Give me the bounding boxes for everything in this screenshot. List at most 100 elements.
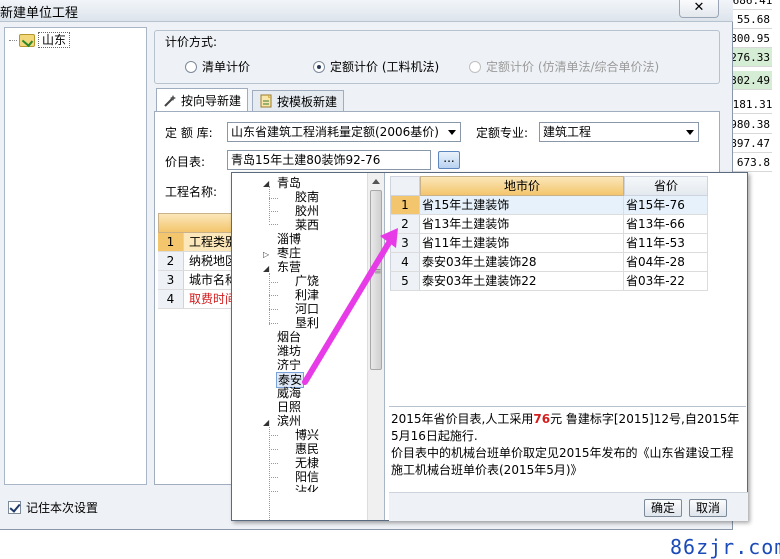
pricing-method-title: 计价方式:: [165, 35, 218, 49]
row-number: 1: [158, 233, 184, 251]
tree-item[interactable]: 潍坊: [277, 344, 301, 358]
close-button[interactable]: ✕: [679, 0, 719, 18]
city-price-cell[interactable]: 泰安03年土建装饰28: [420, 253, 624, 271]
price-table-input[interactable]: 青岛15年土建80装饰92-76: [227, 150, 431, 170]
note-labor-price: 76: [533, 412, 551, 426]
radio-label: 定额计价 (工料机法): [330, 60, 440, 74]
price-table-note: 2015年省价目表,人工采用76元 鲁建标字[2015]12号,自2015年5月…: [389, 406, 746, 490]
radio-checked-icon: [313, 60, 325, 73]
wand-icon: [163, 94, 177, 108]
province-price-cell[interactable]: 省04年-28: [624, 253, 708, 271]
tree-item[interactable]: 日照: [277, 400, 301, 414]
tab-template[interactable]: 按模板新建: [252, 90, 345, 111]
province-price-cell[interactable]: 省15年-76: [624, 196, 708, 214]
tree-connector: [269, 198, 278, 199]
tree-item[interactable]: 沾化: [295, 484, 319, 492]
radio-quota-comprehensive: 定额计价 (仿清单法/综合单价法): [469, 58, 659, 75]
tree-connector: [269, 282, 278, 283]
tree-item[interactable]: 惠民: [295, 442, 319, 456]
pricing-method-group: 计价方式: 清单计价 定额计价 (工料机法) 定额计价 (仿清单法/综合单价法): [154, 30, 720, 84]
tree-connector: [269, 273, 270, 325]
tree-item[interactable]: 阳信: [295, 470, 319, 484]
table-row[interactable]: 4 泰安03年土建装饰28 省04年-28: [390, 253, 708, 272]
tree-item[interactable]: 济宁: [277, 358, 301, 372]
tree-connector: [269, 186, 270, 222]
project-name-label: 工程名称:: [165, 185, 218, 199]
row-number: 4: [390, 253, 420, 271]
row-number: 3: [158, 271, 184, 289]
tree-item[interactable]: 胶州: [295, 204, 319, 218]
quota-lib-value: 山东省建筑工程消耗量定额(2006基价): [231, 125, 439, 139]
row-name: 城市名称: [189, 273, 238, 287]
city-price-cell[interactable]: 省11年土建装饰: [420, 234, 624, 252]
tree-connector: [269, 449, 278, 450]
scrollbar-thumb[interactable]: ≡: [370, 190, 382, 370]
quota-lib-select[interactable]: 山东省建筑工程消耗量定额(2006基价): [227, 122, 461, 142]
dialog-title: 新建单位工程: [0, 6, 79, 21]
row-name: 工程类别: [184, 233, 238, 251]
remember-settings-checkbox[interactable]: 记住本次设置: [8, 499, 98, 516]
checkbox-checked-icon: [8, 501, 21, 514]
tree-connector: [269, 435, 278, 436]
tree-item[interactable]: 胶南: [295, 190, 319, 204]
table-row[interactable]: 1 省15年土建装饰 省15年-76: [390, 196, 708, 215]
ok-button[interactable]: 确定: [644, 499, 682, 517]
column-header-province-price[interactable]: 省价: [624, 176, 708, 196]
tree-item[interactable]: 青岛: [277, 176, 301, 190]
tree-scrollbar[interactable]: ≡: [367, 173, 384, 520]
tree-item[interactable]: 滨州: [277, 414, 301, 428]
radio-quota-pricing[interactable]: 定额计价 (工料机法): [313, 58, 439, 75]
tree-expander-icon[interactable]: ◢: [263, 418, 269, 427]
grid-header: 地市价 省价: [390, 176, 708, 196]
tree-expander-icon[interactable]: ▷: [263, 250, 269, 259]
specialty-label: 定额专业:: [476, 126, 529, 140]
tree-item[interactable]: 淄博: [277, 232, 301, 246]
grid-corner: [390, 176, 420, 196]
tree-item[interactable]: 河口: [295, 302, 319, 316]
tree-item[interactable]: 博兴: [295, 428, 319, 442]
tree-item[interactable]: 莱西: [295, 218, 319, 232]
chevron-down-icon: [448, 130, 456, 135]
tab-wizard[interactable]: 按向导新建: [156, 88, 249, 112]
tab-label: 按向导新建: [181, 94, 242, 108]
radio-bill-pricing[interactable]: 清单计价: [185, 58, 250, 75]
price-table-value: 青岛15年土建80装饰92-76: [231, 153, 381, 167]
column-header-city-price[interactable]: 地市价: [420, 176, 624, 196]
table-row[interactable]: 3 省11年土建装饰 省11年-53: [390, 234, 708, 253]
popup-region-tree[interactable]: ◢ 青岛 胶南 胶州 莱西 淄博 ▷ 枣庄 ◢ 东营 广饶 利津 河口 垦利 烟…: [232, 173, 385, 520]
remember-label: 记住本次设置: [26, 501, 99, 515]
tree-item[interactable]: 垦利: [295, 316, 319, 330]
province-price-cell[interactable]: 省11年-53: [624, 234, 708, 252]
note-text: 价目表中的机械台班单价取定见2015年发布的《山东省建设工程施工机械台班单价表(…: [391, 446, 734, 477]
city-price-cell[interactable]: 省15年土建装饰: [420, 196, 624, 214]
tree-item[interactable]: 利津: [295, 288, 319, 302]
tree-item[interactable]: 威海: [277, 386, 301, 400]
table-row[interactable]: 2 省13年土建装饰 省13年-66: [390, 215, 708, 234]
folder-check-icon: [19, 33, 35, 47]
row-number: 3: [390, 234, 420, 252]
city-price-cell[interactable]: 省13年土建装饰: [420, 215, 624, 233]
cancel-button[interactable]: 取消: [689, 499, 727, 517]
tree-root-node[interactable]: 山东: [9, 32, 71, 48]
title-bar[interactable]: 新建单位工程 ✕: [0, 0, 733, 22]
tree-connector: [269, 224, 278, 225]
tree-item[interactable]: 东营: [277, 260, 301, 274]
tree-item[interactable]: 烟台: [277, 330, 301, 344]
tree-item[interactable]: 枣庄: [277, 246, 301, 260]
tree-item[interactable]: 广饶: [295, 274, 319, 288]
specialty-value: 建筑工程: [543, 125, 592, 139]
browse-price-table-button[interactable]: ...: [438, 151, 460, 169]
tree-expander-icon[interactable]: ◢: [263, 264, 269, 273]
scroll-up-icon[interactable]: [372, 179, 380, 184]
city-price-cell[interactable]: 泰安03年土建装饰22: [420, 272, 624, 290]
tree-connector: [269, 427, 270, 520]
specialty-select[interactable]: 建筑工程: [539, 122, 699, 142]
note-text: 2015年省价目表,人工采用: [391, 412, 534, 426]
tree-item[interactable]: 无棣: [295, 456, 319, 470]
template-icon: [259, 94, 273, 108]
province-price-cell[interactable]: 省13年-66: [624, 215, 708, 233]
province-price-cell[interactable]: 省03年-22: [624, 272, 708, 290]
region-tree-panel[interactable]: 山东: [4, 27, 147, 485]
table-row[interactable]: 5 泰安03年土建装饰22 省03年-22: [390, 272, 708, 291]
tree-expander-icon[interactable]: ◢: [263, 179, 269, 188]
